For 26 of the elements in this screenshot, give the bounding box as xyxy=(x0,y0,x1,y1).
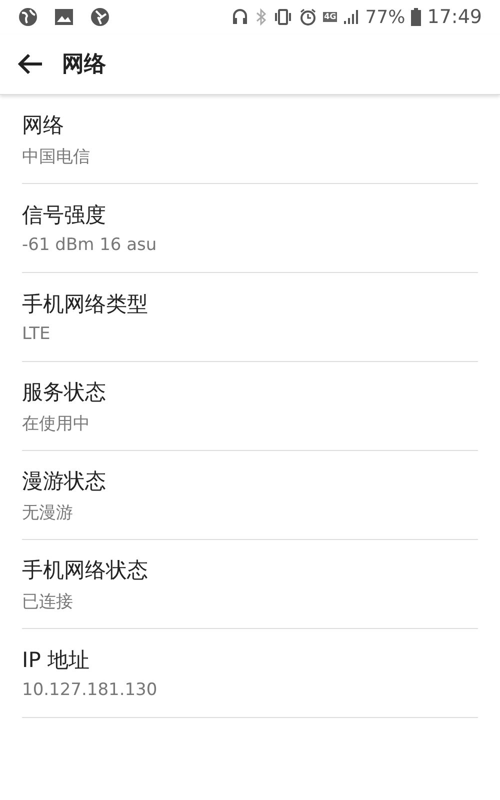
network-type-badge: 4G xyxy=(323,12,338,22)
page-title: 网络 xyxy=(62,51,106,79)
setting-value: -61 dBm 16 asu xyxy=(22,235,158,255)
setting-label: 手机网络类型 xyxy=(22,291,149,318)
setting-value: 无漫游 xyxy=(22,502,74,524)
headset-icon xyxy=(231,8,250,26)
setting-value: LTE xyxy=(22,324,52,344)
setting-value: 10.127.181.130 xyxy=(22,680,158,700)
setting-label: 服务状态 xyxy=(22,378,107,406)
alarm-icon xyxy=(299,8,318,26)
vibrate-icon xyxy=(273,8,294,26)
setting-label: 网络 xyxy=(22,112,65,138)
clock-time: 17:49 xyxy=(427,6,482,28)
battery-percentage: 77% xyxy=(365,6,406,28)
battery-icon xyxy=(411,8,422,26)
setting-label: 漫游状态 xyxy=(22,468,107,494)
image-icon xyxy=(54,8,74,26)
signal-icon xyxy=(343,9,360,25)
setting-label: 手机网络状态 xyxy=(22,556,149,584)
setting-value: 在使用中 xyxy=(22,412,91,434)
setting-label: 信号强度 xyxy=(22,202,107,229)
bluetooth-icon xyxy=(255,8,268,26)
back-arrow-icon[interactable] xyxy=(18,53,44,75)
setting-value: 已连接 xyxy=(22,590,74,612)
setting-label: IP 地址 xyxy=(22,647,91,674)
setting-value: 中国电信 xyxy=(22,146,91,168)
